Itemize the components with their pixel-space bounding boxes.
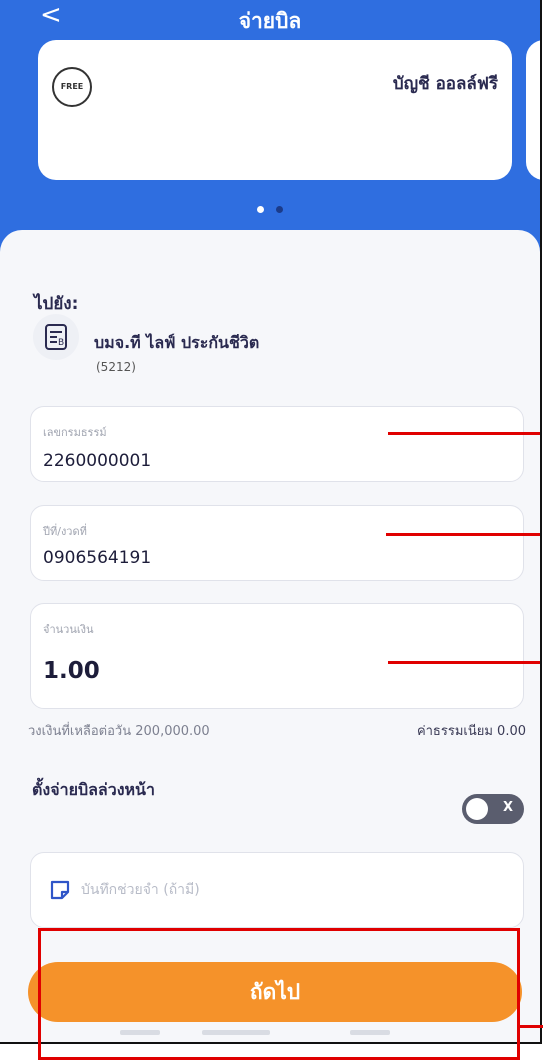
annotation-line-amount bbox=[388, 661, 540, 664]
free-badge-icon: FREE bbox=[52, 67, 92, 107]
reference-field-value[interactable]: 2260000001 bbox=[43, 451, 151, 471]
carousel-dot[interactable] bbox=[275, 206, 283, 213]
reference2-field[interactable]: ปีที่/งวดที่ 0906564191 bbox=[30, 505, 524, 581]
schedule-label: ตั้งจ่ายบิลล่วงหน้า bbox=[32, 780, 155, 799]
memo-placeholder: บันทึกช่วยจำ (ถ้ามี) bbox=[81, 882, 200, 898]
screen-frame: < จ่ายบิล FREE บัญชี ออลล์ฟรี ไปยัง: B บ… bbox=[0, 0, 542, 1044]
schedule-toggle[interactable]: X bbox=[462, 794, 524, 824]
annotation-line-reference bbox=[388, 432, 540, 435]
amount-field-label: จำนวนเงิน bbox=[43, 623, 94, 636]
amount-field-value[interactable]: 1.00 bbox=[43, 658, 100, 684]
account-name: บัญชี ออลล์ฟรี bbox=[392, 74, 498, 94]
page-title: จ่ายบิล bbox=[238, 9, 302, 33]
biller-code: (5212) bbox=[96, 360, 136, 374]
reference2-field-label: ปีที่/งวดที่ bbox=[43, 525, 87, 538]
toggle-knob bbox=[466, 798, 488, 820]
annotation-line-next bbox=[519, 1025, 543, 1028]
account-card-next[interactable] bbox=[526, 40, 540, 180]
memo-input[interactable]: บันทึกช่วยจำ (ถ้ามี) bbox=[30, 852, 524, 928]
account-card[interactable]: FREE บัญชี ออลล์ฟรี bbox=[38, 40, 512, 180]
carousel-dot-active[interactable] bbox=[257, 206, 265, 213]
biller-name: บมจ.ที ไลฟ์ ประกันชีวิต bbox=[94, 333, 260, 352]
reference-field[interactable]: เลขกรมธรรม์ 2260000001 bbox=[30, 406, 524, 482]
close-icon: X bbox=[502, 800, 513, 815]
daily-limit-text: วงเงินที่เหลือต่อวัน 200,000.00 bbox=[28, 724, 210, 739]
to-label: ไปยัง: bbox=[34, 294, 79, 314]
note-icon bbox=[49, 879, 71, 901]
carousel-indicator bbox=[0, 198, 540, 217]
annotation-line-reference2 bbox=[386, 533, 540, 536]
annotation-box-next-button bbox=[38, 928, 520, 1060]
receipt-icon: B bbox=[33, 314, 79, 360]
reference2-field-value[interactable]: 0906564191 bbox=[43, 548, 151, 568]
payment-form-sheet: ไปยัง: B บมจ.ที ไลฟ์ ประกันชีวิต (5212) … bbox=[0, 230, 540, 1042]
reference-field-label: เลขกรมธรรม์ bbox=[43, 426, 107, 439]
svg-text:B: B bbox=[58, 338, 64, 348]
fee-text: ค่าธรรมเนียม 0.00 bbox=[416, 724, 526, 739]
header: < จ่ายบิล bbox=[0, 0, 540, 36]
amount-field[interactable]: จำนวนเงิน 1.00 bbox=[30, 603, 524, 709]
